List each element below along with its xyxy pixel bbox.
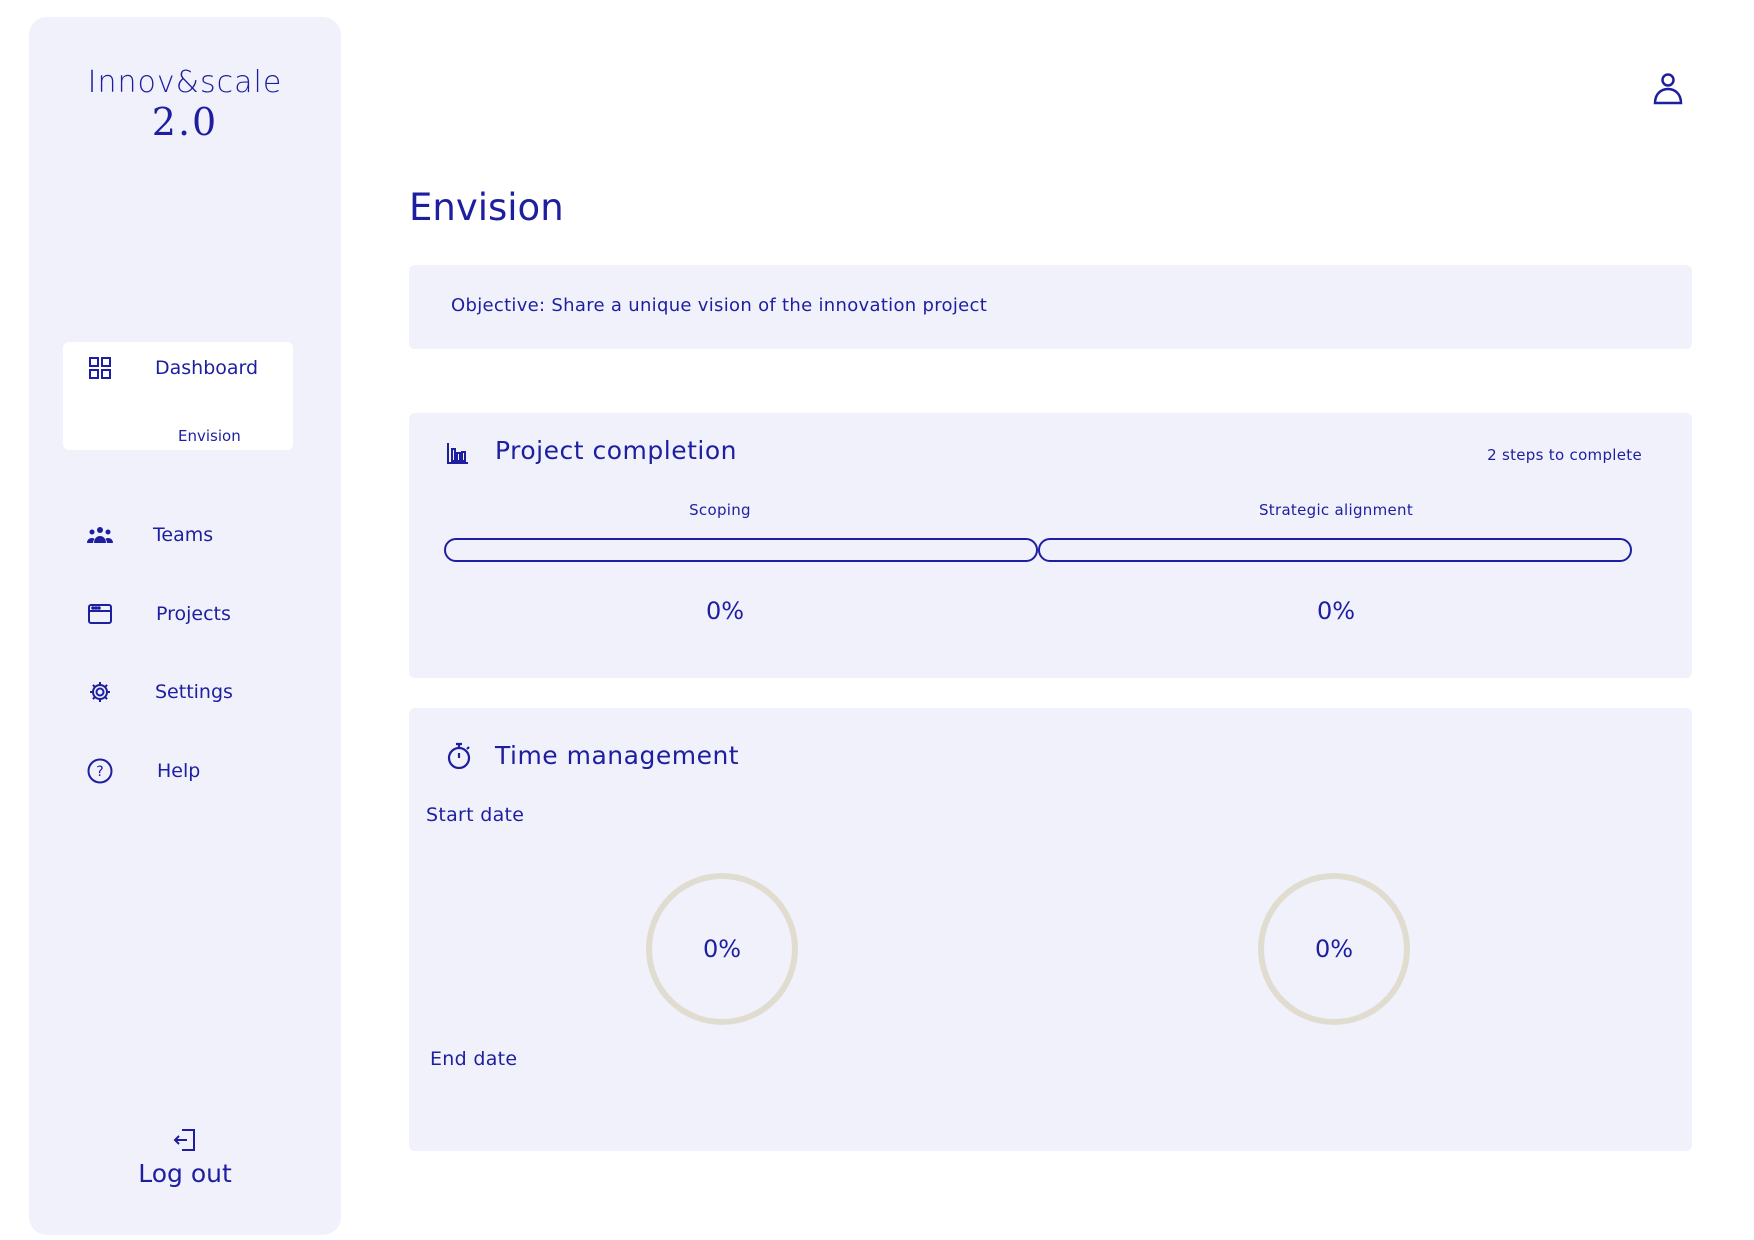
sidebar: Innov&scale 2.0 Dashboard Envision Teams…	[29, 17, 341, 1235]
user-icon	[1652, 73, 1684, 110]
time-management-card: Time management Start date End date 0% 0…	[409, 708, 1692, 1151]
gauge-percent: 0%	[702, 935, 742, 963]
logout-icon	[172, 1127, 198, 1153]
start-date-label: Start date	[426, 804, 525, 826]
browser-window-icon	[87, 601, 113, 627]
logout-button[interactable]: Log out	[29, 1127, 341, 1188]
step-label-strategic-alignment: Strategic alignment	[1258, 501, 1414, 519]
time-management-title: Time management	[495, 741, 740, 770]
sidebar-item-projects[interactable]: Projects	[29, 594, 341, 634]
app: Innov&scale 2.0 Dashboard Envision Teams…	[0, 0, 1754, 1240]
user-profile-button[interactable]	[1652, 72, 1684, 106]
stopwatch-icon	[446, 742, 472, 770]
steps-count: 2 steps to complete	[1487, 446, 1642, 464]
team-icon	[87, 522, 113, 548]
sidebar-item-label: Help	[157, 760, 201, 782]
objective-text: Objective: Share a unique vision of the …	[451, 295, 988, 316]
gear-icon	[87, 679, 113, 705]
bar-chart-icon	[446, 441, 472, 467]
grid-icon	[87, 355, 113, 381]
sidebar-item-settings[interactable]: Settings	[29, 672, 341, 712]
sidebar-item-label: Projects	[156, 603, 231, 625]
sidebar-subitem-envision[interactable]: Envision	[178, 427, 241, 445]
progress-bar-strategic-alignment	[1038, 538, 1632, 562]
progress-bar-scoping	[444, 538, 1038, 562]
sidebar-item-label: Settings	[155, 681, 233, 703]
time-gauge: 0%	[1256, 871, 1412, 1027]
question-circle-icon: ?	[87, 758, 113, 784]
end-date-label: End date	[430, 1048, 518, 1070]
step-percent-scoping: 0%	[705, 597, 745, 625]
objective-panel: Objective: Share a unique vision of the …	[409, 265, 1692, 349]
svg-text:?: ?	[96, 764, 103, 780]
sidebar-item-label: Teams	[153, 524, 214, 546]
project-completion-title: Project completion	[495, 436, 737, 465]
logo-version: 2.0	[151, 100, 219, 144]
page-title: Envision	[409, 186, 564, 229]
sidebar-item-dashboard[interactable]: Dashboard	[29, 348, 341, 388]
sidebar-item-teams[interactable]: Teams	[29, 515, 341, 555]
sidebar-item-label: Dashboard	[155, 357, 259, 379]
logout-label: Log out	[138, 1159, 232, 1188]
logo[interactable]: Innov&scale 2.0	[29, 65, 341, 144]
step-label-scoping: Scoping	[689, 501, 751, 519]
gauge-percent: 0%	[1314, 935, 1354, 963]
step-percent-strategic-alignment: 0%	[1316, 597, 1356, 625]
logo-name: Innov&scale	[87, 65, 283, 100]
project-completion-card: Project completion 2 steps to complete S…	[409, 413, 1692, 678]
time-gauge: 0%	[644, 871, 800, 1027]
sidebar-item-help[interactable]: ? Help	[29, 751, 341, 791]
